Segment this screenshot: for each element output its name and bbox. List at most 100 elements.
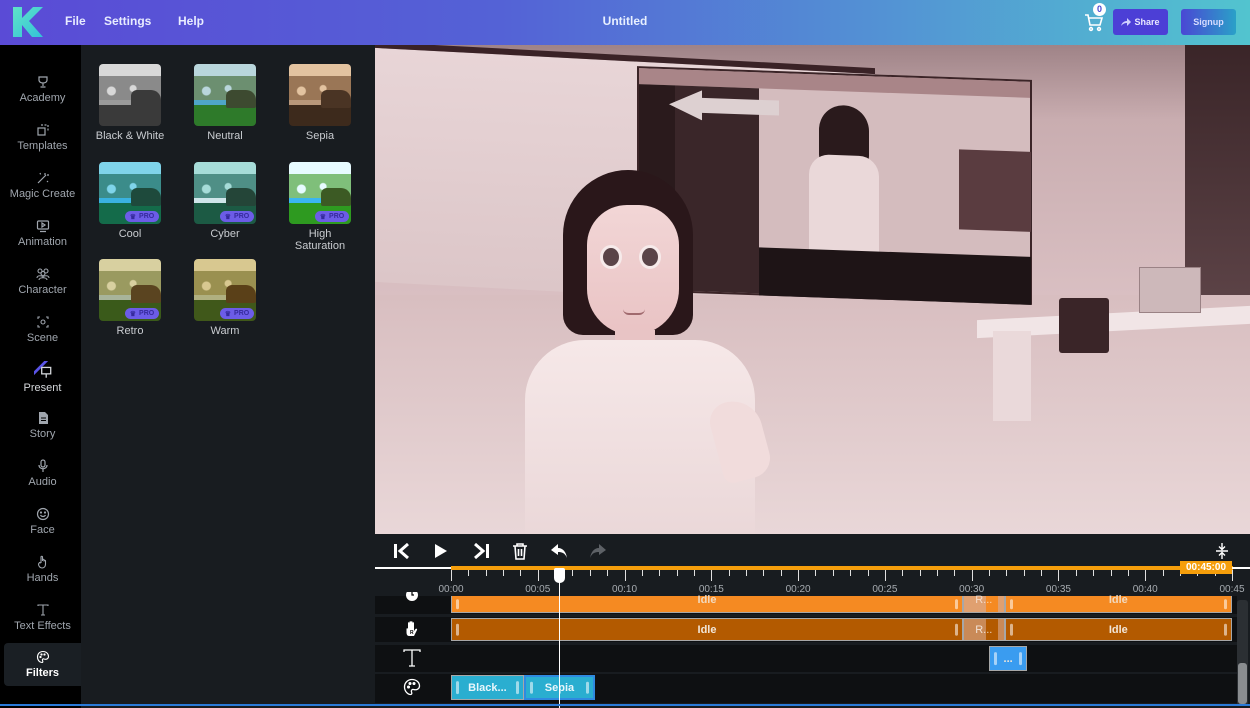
share-button[interactable]: Share — [1113, 9, 1168, 35]
hands-track-clip[interactable]: R... — [962, 618, 1005, 641]
clip-right-handle[interactable] — [1223, 599, 1227, 609]
chair — [1059, 298, 1109, 353]
clip-left-handle[interactable] — [1009, 623, 1013, 636]
sidebar-item-scene[interactable]: Scene — [4, 307, 81, 351]
delete-button[interactable] — [510, 541, 530, 561]
pro-badge: ♛ PRO — [220, 308, 254, 319]
thumb-rock — [131, 90, 161, 108]
sidebar-label: Present — [23, 381, 62, 394]
signup-button[interactable]: Signup — [1181, 9, 1236, 35]
body-track-clip[interactable]: Idle — [451, 594, 963, 613]
thumb-grass — [289, 104, 351, 126]
clip-left-handle[interactable] — [529, 681, 533, 694]
skip-to-start-button[interactable] — [392, 541, 412, 561]
hands-track-clip[interactable]: Idle — [451, 618, 963, 641]
face-icon — [36, 507, 49, 520]
text-track-icon — [402, 648, 422, 668]
clip-label: Idle — [697, 594, 717, 606]
ruler-minor-tick — [1023, 570, 1025, 576]
hands-track-clip[interactable]: Idle — [1004, 618, 1232, 641]
clip-left-handle[interactable] — [994, 651, 998, 666]
sidebar-item-present[interactable]: Present — [4, 355, 81, 399]
sidebar-item-templates[interactable]: Templates — [4, 115, 81, 159]
app-logo[interactable] — [12, 6, 44, 38]
ruler-minor-tick — [815, 570, 817, 576]
ruler-tick-label: 00:20 — [785, 584, 811, 595]
clip-right-handle[interactable] — [515, 680, 519, 695]
desk-leg — [993, 331, 1031, 421]
menu-settings[interactable]: Settings — [104, 14, 151, 28]
clip-left-handle[interactable] — [456, 623, 459, 636]
text-track-clip[interactable]: ... — [989, 646, 1028, 671]
playhead-handle[interactable] — [553, 568, 565, 583]
filter-thumbnail: ♛ PRO — [99, 259, 161, 321]
ruler-major-tick — [798, 570, 800, 581]
play-button[interactable] — [431, 541, 451, 561]
sidebar-label: Filters — [25, 667, 59, 679]
clip-right-handle[interactable] — [586, 681, 590, 694]
clip-right-handle[interactable] — [1223, 623, 1227, 636]
filter-track-icon — [402, 677, 422, 697]
microphone-icon — [37, 458, 48, 472]
timeline-scroll-thumb[interactable] — [1238, 663, 1247, 704]
filters-panel: Black & White Neutral Sepia ♛ PRO Cool ♛ PRO Cyb… — [81, 45, 375, 708]
ruler-minor-tick — [659, 570, 661, 576]
sidebar-label: Face — [30, 523, 55, 536]
sidebar-label: Academy — [19, 91, 66, 104]
thumb-rock — [226, 90, 256, 108]
screen-in-scene — [637, 66, 1032, 305]
ruler-tick-label: 00:05 — [525, 584, 551, 595]
clip-left-handle[interactable] — [456, 599, 459, 609]
body-track-clip[interactable]: R... — [962, 594, 1005, 613]
filter-thumbnail: ♛ PRO — [99, 162, 161, 224]
sidebar-item-magic-create[interactable]: Magic Create — [4, 163, 81, 207]
timeline-range-bar[interactable] — [451, 566, 1233, 570]
ruler-minor-tick — [763, 570, 765, 576]
skip-to-end-button[interactable] — [471, 541, 491, 561]
menu-help[interactable]: Help — [178, 14, 204, 28]
crown-icon: ♛ — [129, 310, 137, 318]
clip-right-handle[interactable] — [1019, 651, 1023, 666]
pro-label: PRO — [234, 310, 250, 317]
undo-button[interactable] — [549, 541, 569, 561]
clip-right-handle[interactable] — [954, 623, 958, 636]
screen-timeline — [759, 247, 1031, 305]
filter-label: Cool — [118, 228, 142, 240]
redo-button[interactable] — [588, 541, 608, 561]
sidebar-item-audio[interactable]: Audio — [4, 451, 81, 495]
collapse-timeline-button[interactable] — [1212, 541, 1232, 561]
ruler-minor-tick — [503, 570, 505, 576]
clip-left-handle[interactable] — [1009, 599, 1013, 609]
sidebar-item-filters[interactable]: Filters — [4, 643, 81, 686]
clip-label: Idle — [697, 623, 717, 636]
sidebar-item-animation[interactable]: Animation — [4, 211, 81, 255]
sidebar-item-academy[interactable]: Academy — [4, 67, 81, 111]
scene-viewport[interactable] — [375, 45, 1250, 534]
ruler-tick-label: 00:40 — [1132, 584, 1158, 595]
sidebar-item-character[interactable]: Character — [4, 259, 81, 303]
thumb-grass — [99, 104, 161, 126]
body-track-clip[interactable]: Idle — [1004, 594, 1232, 613]
sidebar-label: Animation — [18, 235, 67, 248]
trash-icon — [513, 543, 527, 560]
thumb-rock — [321, 90, 351, 108]
present-icon — [33, 360, 51, 378]
clip-left-handle[interactable] — [456, 680, 459, 695]
clip-right-handle[interactable] — [954, 599, 958, 609]
ruler-minor-tick — [867, 570, 869, 576]
filter-track-clip[interactable]: Black... — [451, 675, 524, 700]
sidebar-item-hands[interactable]: Hands — [4, 547, 81, 591]
hands-track-icon: R — [402, 619, 422, 639]
menu-file[interactable]: File — [65, 14, 86, 28]
sidebar: Academy Templates Magic Create Animation… — [0, 45, 81, 708]
filter-label: Retro — [116, 325, 144, 337]
avatar-eye-right — [639, 245, 661, 269]
hand-icon — [37, 555, 46, 569]
ruler-major-tick — [451, 570, 452, 581]
clip-label: R... — [975, 623, 993, 636]
sidebar-item-story[interactable]: Story — [4, 403, 81, 447]
sidebar-item-text-effects[interactable]: Text Effects — [4, 595, 81, 639]
ruler-minor-tick — [468, 570, 470, 576]
sidebar-item-face[interactable]: Face — [4, 499, 81, 543]
crown-icon: ♛ — [319, 213, 327, 221]
